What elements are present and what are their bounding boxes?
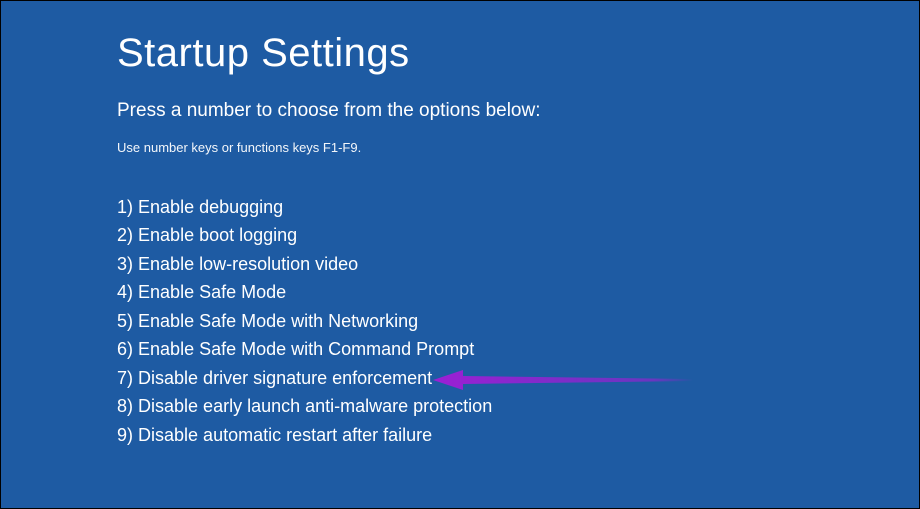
- option-2[interactable]: 2) Enable boot logging: [117, 221, 919, 249]
- option-label: Enable Safe Mode: [138, 282, 286, 302]
- option-8[interactable]: 8) Disable early launch anti-malware pro…: [117, 392, 919, 420]
- option-label: Enable low-resolution video: [138, 254, 358, 274]
- option-number: 5): [117, 311, 133, 331]
- option-label: Enable Safe Mode with Networking: [138, 311, 418, 331]
- option-9[interactable]: 9) Disable automatic restart after failu…: [117, 421, 919, 449]
- hint-text: Use number keys or functions keys F1-F9.: [117, 140, 919, 155]
- option-4[interactable]: 4) Enable Safe Mode: [117, 278, 919, 306]
- option-7[interactable]: 7) Disable driver signature enforcement: [117, 364, 919, 392]
- option-6[interactable]: 6) Enable Safe Mode with Command Prompt: [117, 335, 919, 363]
- option-number: 4): [117, 282, 133, 302]
- option-label: Disable early launch anti-malware protec…: [138, 396, 492, 416]
- option-number: 2): [117, 225, 133, 245]
- option-1[interactable]: 1) Enable debugging: [117, 193, 919, 221]
- option-label: Enable Safe Mode with Command Prompt: [138, 339, 474, 359]
- option-number: 9): [117, 425, 133, 445]
- options-list: 1) Enable debugging 2) Enable boot loggi…: [117, 193, 919, 449]
- option-label: Disable driver signature enforcement: [138, 368, 432, 388]
- page-title: Startup Settings: [117, 31, 919, 76]
- option-label: Enable debugging: [138, 197, 283, 217]
- option-number: 1): [117, 197, 133, 217]
- startup-settings-screen: Startup Settings Press a number to choos…: [1, 1, 919, 449]
- option-label: Disable automatic restart after failure: [138, 425, 432, 445]
- instruction-text: Press a number to choose from the option…: [117, 100, 919, 122]
- option-number: 3): [117, 254, 133, 274]
- option-number: 6): [117, 339, 133, 359]
- option-5[interactable]: 5) Enable Safe Mode with Networking: [117, 307, 919, 335]
- option-label: Enable boot logging: [138, 225, 297, 245]
- option-number: 7): [117, 368, 133, 388]
- option-number: 8): [117, 396, 133, 416]
- option-3[interactable]: 3) Enable low-resolution video: [117, 250, 919, 278]
